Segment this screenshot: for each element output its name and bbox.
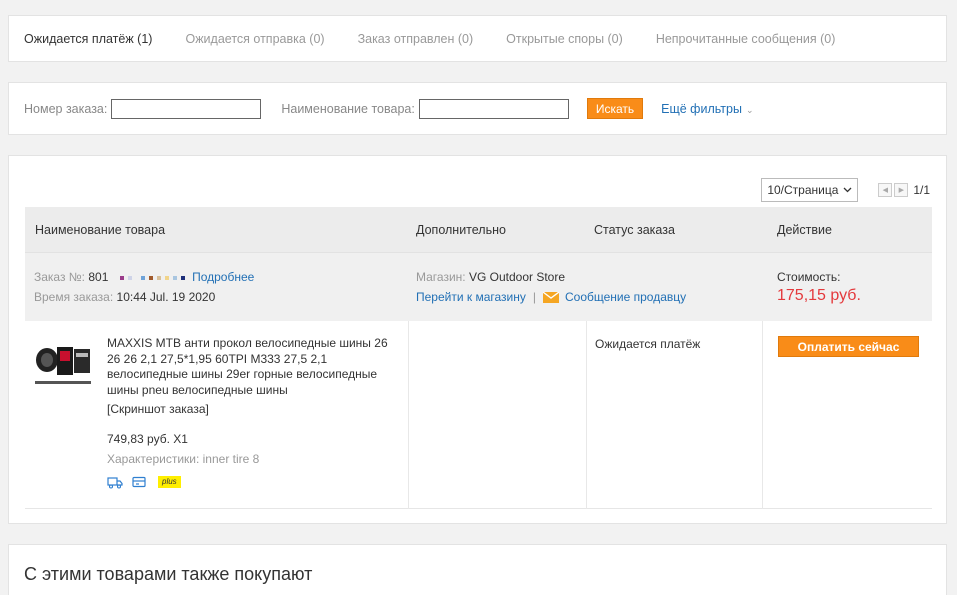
order-number: Заказ №: 801 Подробнее	[34, 270, 254, 284]
tab-awaiting-payment[interactable]: Ожидается платёж (1)	[24, 32, 152, 46]
order-number-label: Заказ №:	[34, 270, 86, 284]
order-status-tabs: Ожидается платёж (1) Ожидается отправка …	[8, 15, 947, 62]
more-filters-link[interactable]: Ещё фильтры ⌄	[661, 102, 753, 116]
more-filters-label: Ещё фильтры	[661, 101, 742, 116]
orders-panel: 10/Страница ◀ ▶ 1/1 Наименование товара …	[8, 155, 947, 524]
orders-table-header: Наименование товара Дополнительно Статус…	[25, 207, 932, 252]
order-details-link[interactable]: Подробнее	[192, 270, 254, 284]
envelope-icon	[543, 291, 559, 303]
next-page-button[interactable]: ▶	[894, 183, 909, 197]
plus-badge: plus	[158, 476, 181, 488]
order-time-label: Время заказа:	[34, 290, 114, 304]
tab-unread-messages[interactable]: Непрочитанные сообщения (0)	[656, 32, 836, 46]
store-actions: Перейти к магазину | Сообщение продавцу	[416, 290, 686, 304]
tab-open-disputes[interactable]: Открытые споры (0)	[506, 32, 623, 46]
cost-label: Стоимость:	[777, 270, 841, 284]
header-status: Статус заказа	[594, 223, 675, 237]
recommendations-title: С этими товарами также покупают	[24, 564, 313, 584]
order-number-value: 801	[88, 270, 109, 284]
page-count: 1/1	[913, 183, 930, 197]
wallet-icon	[132, 476, 146, 488]
tire-box-image	[33, 341, 95, 393]
column-divider	[762, 321, 763, 509]
order-item-row: MAXXIS MTB анти прокол велосипедные шины…	[25, 321, 932, 509]
column-divider	[408, 321, 409, 509]
masked-order-digits	[119, 270, 192, 284]
order-snapshot-link[interactable]: [Скриншот заказа]	[107, 402, 402, 418]
order-cost: 175,15 руб.	[777, 287, 861, 304]
product-title[interactable]: MAXXIS MTB анти прокол велосипедные шины…	[107, 336, 402, 398]
tab-shipped[interactable]: Заказ отправлен (0)	[358, 32, 474, 46]
store-info: Магазин: VG Outdoor Store	[416, 270, 565, 284]
per-page-select[interactable]: 10/Страница	[761, 178, 859, 202]
separator: |	[532, 290, 536, 304]
column-divider	[586, 321, 587, 509]
store-name: VG Outdoor Store	[468, 270, 566, 284]
order-status: Ожидается платёж	[595, 337, 701, 351]
recommendations-panel: С этими товарами также покупают	[8, 544, 947, 595]
order-time: Время заказа: 10:44 Jul. 19 2020	[34, 290, 215, 304]
product-name-input[interactable]	[418, 98, 569, 119]
filter-bar: Номер заказа: Наименование товара: Искат…	[8, 82, 947, 135]
header-action: Действие	[777, 223, 832, 237]
product-price-quantity: 749,83 руб. X1	[107, 431, 188, 446]
tab-awaiting-shipment[interactable]: Ожидается отправка (0)	[185, 32, 324, 46]
product-characteristics: Характеристики: inner tire 8	[107, 452, 260, 466]
order-number-input[interactable]	[111, 98, 262, 119]
chevron-down-icon	[843, 187, 852, 193]
order-time-value: 10:44 Jul. 19 2020	[116, 290, 216, 304]
shipping-truck-icon	[107, 476, 123, 489]
order-info-row: Заказ №: 801 Подробнее Время заказа: 10:…	[25, 252, 932, 321]
search-button[interactable]: Искать	[586, 98, 644, 119]
header-additional: Дополнительно	[416, 223, 506, 237]
header-product: Наименование товара	[35, 223, 166, 237]
store-label: Магазин:	[416, 270, 466, 284]
product-badges: plus	[107, 476, 402, 489]
product-name-label: Наименование товара:	[281, 101, 415, 116]
order-number-label: Номер заказа:	[24, 101, 108, 116]
pay-now-button[interactable]: Оплатить сейчас	[778, 336, 919, 357]
product-info: MAXXIS MTB анти прокол велосипедные шины…	[107, 336, 402, 489]
message-seller-link[interactable]: Сообщение продавцу	[565, 290, 686, 304]
go-to-store-link[interactable]: Перейти к магазину	[416, 290, 526, 304]
chevron-down-icon: ⌄	[745, 104, 754, 115]
product-thumbnail[interactable]	[33, 341, 95, 393]
pagination: 10/Страница ◀ ▶ 1/1	[761, 178, 930, 202]
prev-page-button[interactable]: ◀	[878, 183, 893, 197]
per-page-value: 10/Страница	[767, 183, 839, 197]
